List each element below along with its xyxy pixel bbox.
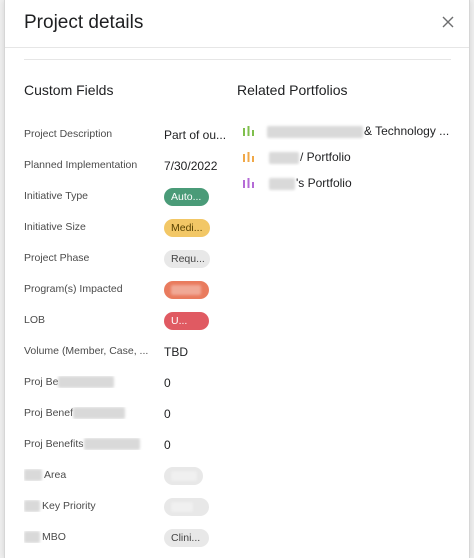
redacted-text: [171, 502, 193, 513]
custom-field-row: Initiative Type Auto...: [24, 188, 224, 208]
custom-field-pill[interactable]: [164, 467, 203, 485]
portfolio-item[interactable]: / Portfolio: [243, 148, 463, 166]
custom-field-pill[interactable]: [164, 281, 209, 299]
redacted-text: [269, 177, 295, 190]
custom-field-value[interactable]: 0: [164, 436, 228, 454]
custom-field-row: Proj Be 0: [24, 374, 224, 394]
portfolio-chart-icon: [243, 178, 254, 188]
redacted-text: [83, 438, 140, 451]
custom-field-pill[interactable]: Auto...: [164, 188, 209, 206]
redacted-text: [73, 407, 126, 420]
custom-field-label: Initiative Size: [24, 221, 86, 233]
portfolio-chart-icon: [243, 126, 254, 136]
redacted-text: [171, 285, 201, 296]
dialog-title: Project details: [24, 12, 144, 33]
redacted-text: [58, 376, 115, 389]
custom-field-label: Volume (Member, Case, ...: [24, 345, 148, 357]
custom-fields-heading: Custom Fields: [24, 82, 114, 98]
custom-field-row: Key Priority: [24, 498, 224, 518]
custom-field-value[interactable]: 7/30/2022: [164, 157, 228, 175]
custom-field-label: Proj Benef: [24, 407, 148, 420]
custom-field-label: Project Description: [24, 128, 113, 140]
custom-field-row: Proj Benefits 0: [24, 436, 224, 456]
custom-field-pill[interactable]: Requ...: [164, 250, 210, 268]
redacted-text: [269, 151, 299, 164]
custom-field-label: LOB: [24, 314, 46, 326]
redacted-text: [24, 469, 42, 482]
portfolio-item[interactable]: 's Portfolio: [243, 174, 463, 192]
portfolio-chart-icon: [243, 152, 254, 162]
custom-field-row: MBO Clini...: [24, 529, 224, 549]
section-divider: [24, 59, 451, 60]
custom-field-label: Project Phase: [24, 252, 90, 264]
custom-field-pill[interactable]: [164, 498, 209, 516]
custom-field-value[interactable]: 0: [164, 374, 228, 392]
custom-field-pill[interactable]: Clini...: [164, 529, 209, 547]
close-icon: [442, 16, 454, 28]
custom-field-row: Proj Benef 0: [24, 405, 224, 425]
redacted-text: [24, 531, 40, 544]
custom-field-row: Planned Implementation 7/30/2022: [24, 157, 224, 177]
redacted-text: [171, 471, 197, 482]
dialog-header: Project details: [5, 0, 469, 48]
custom-field-label: Program(s) Impacted: [24, 283, 123, 295]
portfolio-item[interactable]: & Technology ...: [243, 122, 463, 140]
custom-field-row: LOB U...: [24, 312, 224, 332]
custom-field-row: Initiative Size Medi...: [24, 219, 224, 239]
redacted-text: [24, 500, 40, 513]
custom-field-value[interactable]: Part of ou...: [164, 126, 228, 144]
custom-field-label: Planned Implementation: [24, 159, 138, 171]
custom-field-label: Key Priority: [24, 500, 148, 513]
custom-field-row: Volume (Member, Case, ... TBD: [24, 343, 224, 363]
custom-field-pill[interactable]: Medi...: [164, 219, 210, 237]
custom-field-label: MBO: [24, 531, 148, 544]
custom-field-label: Area: [24, 469, 148, 482]
custom-field-row: Program(s) Impacted: [24, 281, 224, 301]
related-portfolios-heading: Related Portfolios: [237, 82, 348, 98]
redacted-text: [267, 125, 363, 138]
portfolio-name: / Portfolio: [259, 148, 459, 166]
custom-field-pill[interactable]: U...: [164, 312, 209, 330]
custom-field-label: Proj Be: [24, 376, 148, 389]
custom-field-row: Area: [24, 467, 224, 487]
custom-field-value[interactable]: 0: [164, 405, 228, 423]
custom-field-value[interactable]: TBD: [164, 343, 228, 361]
custom-field-label: Proj Benefits: [24, 438, 148, 451]
portfolio-name: 's Portfolio: [259, 174, 459, 192]
custom-field-label: Initiative Type: [24, 190, 89, 202]
close-button[interactable]: [437, 11, 459, 33]
custom-field-row: Project Description Part of ou...: [24, 126, 226, 146]
custom-field-row: Project Phase Requ...: [24, 250, 224, 270]
project-details-dialog: Project details Custom Fields Related Po…: [4, 0, 470, 558]
portfolio-name: & Technology ...: [259, 122, 459, 140]
